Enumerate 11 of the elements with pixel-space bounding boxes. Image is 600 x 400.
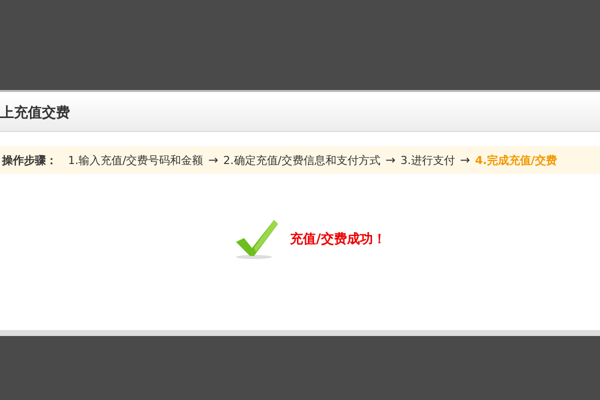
step-arrow: →	[385, 153, 396, 167]
step-arrow: →	[208, 153, 218, 167]
dialog-title: 上充值交费	[0, 104, 70, 122]
step-arrow: →	[460, 153, 470, 167]
check-icon	[234, 218, 280, 260]
steps-label: 操作步骤：	[2, 152, 57, 168]
step-label: 4.完成充值/交费	[475, 152, 557, 168]
step-label: 1.输入充值/交费号码和金额	[68, 152, 204, 168]
step-label: 3.进行支付	[400, 152, 456, 168]
step-label: 2.确定充值/交费信息和支付方式	[223, 152, 380, 168]
success-message: 充值/交费成功！	[290, 230, 386, 248]
